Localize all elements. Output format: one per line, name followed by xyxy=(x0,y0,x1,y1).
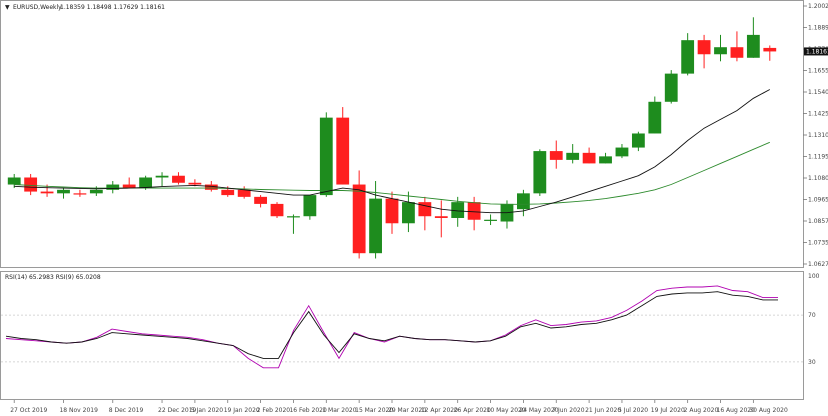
current-price-marker: 1.18161 xyxy=(804,47,828,56)
candle-body xyxy=(336,117,350,185)
candle-body xyxy=(615,147,629,157)
candle-body xyxy=(221,189,235,196)
candle-body xyxy=(319,117,333,196)
header-marker-icon: ▼ xyxy=(5,4,10,11)
price-tick-label: 1.13100 xyxy=(808,132,828,139)
time-tick-label: 19 Jul 2020 xyxy=(651,407,685,414)
candle-body xyxy=(714,47,727,55)
time-tick-label: 12 Apr 2020 xyxy=(421,407,458,414)
candle-body xyxy=(40,191,54,194)
time-tick-label: 30 Aug 2020 xyxy=(749,407,788,414)
candle-body xyxy=(369,198,382,254)
candle-body xyxy=(188,182,202,185)
time-tick-label: 5 Jul 2020 xyxy=(618,407,648,414)
trading-chart[interactable]: 1.200251.188901.177001.165501.154001.142… xyxy=(0,0,828,416)
ohlc-readout: 1.18359 1.18498 1.17629 1.18161 xyxy=(60,4,165,11)
price-tick-label: 1.14250 xyxy=(808,111,828,118)
candle-body xyxy=(697,40,711,55)
time-tick-label: 5 Jan 2020 xyxy=(191,407,223,414)
candle-body xyxy=(746,34,760,58)
price-tick-label: 1.18890 xyxy=(808,25,828,32)
candle-body xyxy=(631,133,645,148)
price-tick-label: 1.06275 xyxy=(808,261,828,268)
candle-body xyxy=(303,195,317,217)
candle-body xyxy=(237,189,251,197)
rsi-top-label: 100 xyxy=(808,273,820,280)
candle-body xyxy=(467,202,481,220)
candle-body xyxy=(434,216,448,218)
candle-body xyxy=(664,73,678,102)
time-tick-label: 1 Mar 2020 xyxy=(322,407,356,414)
candle-body xyxy=(582,152,596,164)
candle-body xyxy=(549,151,563,160)
rsi-level-label: 70 xyxy=(808,312,816,319)
time-tick-label: 2 Aug 2020 xyxy=(684,407,719,414)
candle-body xyxy=(139,177,153,189)
time-tick-label: 2 Feb 2020 xyxy=(257,407,291,414)
price-tick-label: 1.09650 xyxy=(808,197,828,204)
candle-body xyxy=(484,219,497,221)
candle-body xyxy=(155,175,169,178)
price-tick-label: 1.07350 xyxy=(808,240,828,247)
time-tick-label: 8 Dec 2019 xyxy=(109,407,144,414)
candle-body xyxy=(352,184,366,254)
candle-body xyxy=(385,198,399,224)
candle-body xyxy=(599,156,612,164)
candle-body xyxy=(24,177,38,192)
price-tick-label: 1.11950 xyxy=(808,154,828,161)
time-tick-label: 21 Jun 2020 xyxy=(585,407,621,414)
candle-body xyxy=(287,216,300,218)
rsi-panel[interactable] xyxy=(0,271,804,400)
time-axis: 27 Oct 2019 18 Nov 2019 8 Dec 2019 22 Dec 2… xyxy=(10,400,788,414)
candle-body xyxy=(254,196,268,204)
candle-body xyxy=(270,203,284,217)
current-price-label: 1.18161 xyxy=(806,48,828,55)
price-tick-label: 1.10800 xyxy=(808,175,828,182)
candle-body xyxy=(402,202,415,224)
rsi-level-label: 30 xyxy=(808,359,816,366)
candle-body xyxy=(763,47,777,52)
candle-body xyxy=(7,177,21,185)
price-tick-label: 1.08575 xyxy=(808,218,828,225)
candle-body xyxy=(89,189,103,194)
time-tick-label: 27 Oct 2019 xyxy=(10,407,47,414)
candle-body xyxy=(648,101,662,134)
candle-body xyxy=(681,40,695,74)
price-tick-label: 1.16550 xyxy=(808,68,828,75)
price-tick-label: 1.15400 xyxy=(808,89,828,96)
time-tick-label: 7 Jun 2020 xyxy=(552,407,584,414)
candle-body xyxy=(533,151,547,194)
candle-body xyxy=(57,189,70,194)
price-tick-label: 1.20025 xyxy=(808,3,828,10)
candle-body xyxy=(566,152,580,160)
rsi-label: RSI(14) 65.2983 RSI(9) 65.0208 xyxy=(5,274,101,281)
price-axis: 1.200251.188901.177001.165501.154001.142… xyxy=(803,3,828,268)
candle-body xyxy=(172,175,185,183)
candle-body xyxy=(516,193,530,210)
candle-body xyxy=(106,184,120,190)
candle-body xyxy=(730,47,744,58)
symbol-label: EURUSD,Weekly xyxy=(13,4,62,11)
time-tick-label: 19 Jan 2020 xyxy=(224,407,260,414)
candle-body xyxy=(73,193,87,195)
time-tick-label: 26 Apr 2020 xyxy=(454,407,491,414)
time-tick-label: 18 Nov 2019 xyxy=(59,407,98,414)
